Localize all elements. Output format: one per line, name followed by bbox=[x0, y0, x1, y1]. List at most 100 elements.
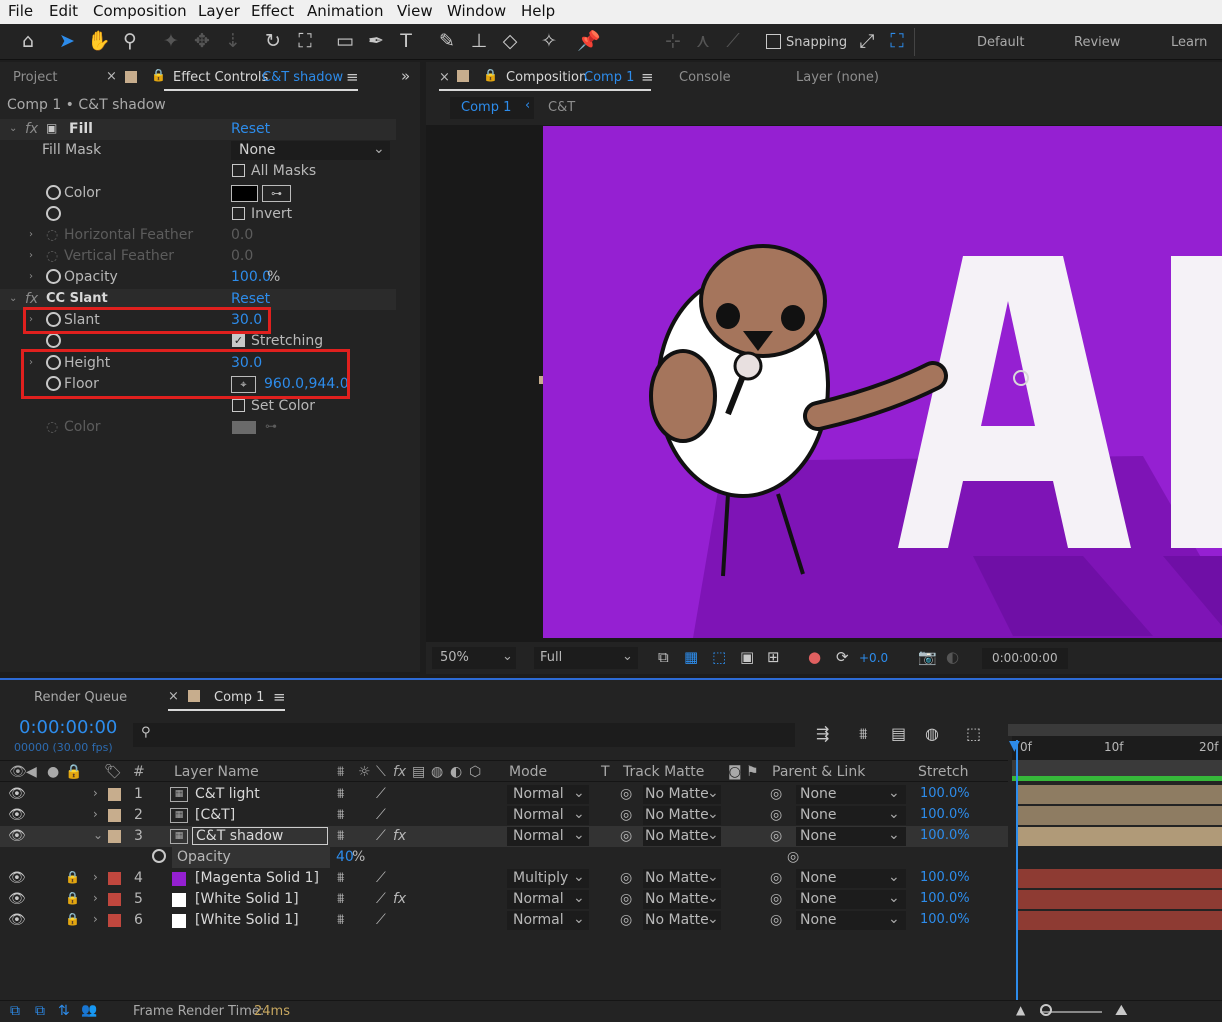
adjustment-switch-icon[interactable]: ◐ bbox=[450, 764, 462, 780]
chevron-down-icon[interactable]: ⌄ bbox=[9, 123, 17, 134]
label-color-swatch[interactable] bbox=[108, 872, 121, 885]
stretch-value[interactable]: 100.0% bbox=[920, 912, 970, 927]
label-tag-icon[interactable]: 🏷 bbox=[104, 764, 122, 780]
pickwhip-icon[interactable]: ◎ bbox=[620, 786, 632, 802]
layer-name[interactable]: [White Solid 1] bbox=[195, 912, 299, 928]
pickwhip-icon[interactable]: ◎ bbox=[620, 828, 632, 844]
grid-guides-icon[interactable]: ⊞ bbox=[767, 648, 780, 666]
stopwatch-icon[interactable] bbox=[46, 333, 61, 348]
visibility-eye-icon[interactable]: 👁 bbox=[8, 786, 26, 802]
effect-switch-icon[interactable]: fx bbox=[393, 764, 406, 780]
chevron-right-icon[interactable]: › bbox=[93, 807, 98, 821]
view-axis-icon[interactable]: ⟋ bbox=[721, 29, 745, 53]
tab-composition[interactable]: Composition bbox=[506, 70, 587, 85]
snapping-checkbox[interactable] bbox=[766, 34, 781, 49]
parent-pickwhip-icon[interactable]: ◎ bbox=[770, 786, 782, 802]
color-management-icon[interactable]: ⟳ bbox=[836, 648, 849, 666]
layer-duration-bar[interactable] bbox=[1018, 785, 1222, 804]
layer-row[interactable]: 👁 ⌄ 3 ▦ C&T shadow ⩩ ⟋ fx Normal ⌄ ◎ No Matte ⌄ ◎ None… bbox=[0, 826, 1008, 847]
layer-row[interactable]: 👁 › 2 ▦ [C&T] ⩩ ⟋ Normal ⌄ ◎ No Matte ⌄ ◎ None ⌄ 100.0% bbox=[0, 805, 1008, 826]
exposure-value[interactable]: +0.0 bbox=[859, 651, 888, 665]
zoom-slider-thumb[interactable] bbox=[1040, 1004, 1052, 1016]
zoom-tool-icon[interactable]: ⚲ bbox=[118, 29, 142, 53]
render-time-icon[interactable]: 👥 bbox=[81, 1003, 97, 1018]
zoom-dropdown[interactable]: 50% ⌄ bbox=[432, 647, 516, 669]
mode-dropdown[interactable]: Normal ⌄ bbox=[507, 785, 589, 804]
parent-dropdown[interactable]: None ⌄ bbox=[796, 911, 906, 930]
menu-animation[interactable]: Animation bbox=[307, 2, 383, 20]
track-matte-dropdown[interactable]: No Matte ⌄ bbox=[643, 869, 721, 888]
tab-effect-controls[interactable]: Effect Controls bbox=[173, 70, 268, 85]
layer-duration-bar[interactable] bbox=[1018, 827, 1222, 846]
rotate-tool-icon[interactable]: ↻ bbox=[261, 29, 285, 53]
close-tab-icon[interactable]: × bbox=[168, 689, 179, 704]
puppet-pin-icon[interactable]: 📌 bbox=[577, 29, 601, 53]
visibility-eye-icon[interactable]: 👁 bbox=[8, 891, 26, 907]
parent-pickwhip-icon[interactable]: ◎ bbox=[770, 870, 782, 886]
mode-dropdown[interactable]: Normal ⌄ bbox=[507, 890, 589, 909]
mode-dropdown[interactable]: Normal ⌄ bbox=[507, 827, 589, 846]
lock-icon[interactable]: 🔒 bbox=[483, 68, 498, 82]
rectangle-tool-icon[interactable]: ▭ bbox=[333, 29, 357, 53]
fill-color-swatch[interactable] bbox=[231, 185, 258, 202]
all-masks-checkbox[interactable] bbox=[232, 164, 245, 177]
layer-row[interactable]: 👁 🔒 › 5 [White Solid 1] ⩩ ⟋ fx Normal ⌄ ◎ No Matte ⌄… bbox=[0, 889, 1008, 910]
quality-switch-icon[interactable]: ⟋ bbox=[376, 807, 386, 823]
layer-duration-bar[interactable] bbox=[1018, 890, 1222, 909]
layer-name[interactable]: C&T light bbox=[195, 786, 260, 802]
set-color-checkbox[interactable] bbox=[232, 399, 245, 412]
panel-menu-icon[interactable]: ≡ bbox=[273, 688, 286, 706]
parent-dropdown[interactable]: None ⌄ bbox=[796, 806, 906, 825]
chevron-right-icon[interactable]: › bbox=[93, 891, 98, 905]
column-parent[interactable]: Parent & Link bbox=[772, 764, 865, 780]
chevron-right-icon[interactable]: › bbox=[29, 250, 33, 261]
zoom-in-icon[interactable]: ⛰ bbox=[1115, 1001, 1128, 1019]
clone-stamp-icon[interactable]: ⊥ bbox=[467, 29, 491, 53]
stretching-checkbox[interactable]: ✓ bbox=[232, 334, 245, 347]
shy-layers-icon[interactable]: ⩩ bbox=[859, 724, 868, 744]
local-axis-icon[interactable]: ⊹ bbox=[661, 29, 685, 53]
lock-icon[interactable]: 🔒 bbox=[65, 912, 80, 926]
type-tool-icon[interactable]: T bbox=[394, 29, 418, 53]
layer-name[interactable]: [C&T] bbox=[195, 807, 235, 823]
layer-search-input[interactable]: ⚲ bbox=[133, 723, 795, 747]
close-tab-icon[interactable]: × bbox=[106, 69, 117, 84]
layer-row[interactable]: 👁 › 1 ▦ C&T light ⩩ ⟋ Normal ⌄ ◎ No Matte ⌄ ◎ None ⌄ 10… bbox=[0, 784, 1008, 805]
menu-file[interactable]: File bbox=[8, 2, 33, 20]
menu-layer[interactable]: Layer bbox=[198, 2, 240, 20]
stretch-value[interactable]: 100.0% bbox=[920, 786, 970, 801]
show-snapshot-icon[interactable]: ◐ bbox=[946, 648, 959, 666]
world-axis-icon[interactable]: ⋏ bbox=[691, 29, 715, 53]
label-color-swatch[interactable] bbox=[108, 830, 121, 843]
matte-switch-icon[interactable]: ◙ bbox=[728, 764, 742, 780]
label-color-swatch[interactable] bbox=[108, 893, 121, 906]
lock-icon[interactable]: 🔒 bbox=[65, 891, 80, 905]
parent-pickwhip-icon[interactable]: ◎ bbox=[770, 891, 782, 907]
visibility-eye-icon[interactable]: 👁 bbox=[9, 764, 27, 780]
panel-menu-icon[interactable]: ≡ bbox=[346, 68, 359, 86]
track-matte-dropdown[interactable]: No Matte ⌄ bbox=[643, 806, 721, 825]
visibility-eye-icon[interactable]: 👁 bbox=[8, 807, 26, 823]
layer-name[interactable]: C&T shadow bbox=[192, 827, 328, 845]
mode-dropdown[interactable]: Normal ⌄ bbox=[507, 806, 589, 825]
pickwhip-icon[interactable]: ◎ bbox=[620, 870, 632, 886]
comp-flowchart-icon[interactable]: ⇶ bbox=[816, 724, 829, 743]
comp-timecode-field[interactable]: 0:00:00:00 bbox=[982, 648, 1068, 669]
frame-blending-icon[interactable]: ▤ bbox=[891, 724, 906, 743]
parent-pickwhip-icon[interactable]: ◎ bbox=[770, 912, 782, 928]
playhead-handle-icon[interactable]: ▼ bbox=[1009, 738, 1020, 754]
quality-switch-icon[interactable]: ⟋ bbox=[376, 870, 386, 886]
menu-edit[interactable]: Edit bbox=[49, 2, 78, 20]
pickwhip-icon[interactable]: ◎ bbox=[620, 912, 632, 928]
parent-dropdown[interactable]: None ⌄ bbox=[796, 890, 906, 909]
zoom-out-icon[interactable]: ▲ bbox=[1016, 1003, 1025, 1017]
column-mode[interactable]: Mode bbox=[509, 764, 547, 780]
chevron-right-icon[interactable]: › bbox=[93, 912, 98, 926]
fast-preview-icon[interactable]: ⧉ bbox=[658, 648, 669, 666]
tab-timeline-comp[interactable]: Comp 1 bbox=[214, 690, 264, 705]
quality-switch-icon[interactable]: ⟋ bbox=[376, 891, 386, 907]
parent-dropdown[interactable]: None ⌄ bbox=[796, 785, 906, 804]
parent-dropdown[interactable]: None ⌄ bbox=[796, 869, 906, 888]
pickwhip-icon[interactable]: ◎ bbox=[620, 891, 632, 907]
stretch-value[interactable]: 100.0% bbox=[920, 828, 970, 843]
